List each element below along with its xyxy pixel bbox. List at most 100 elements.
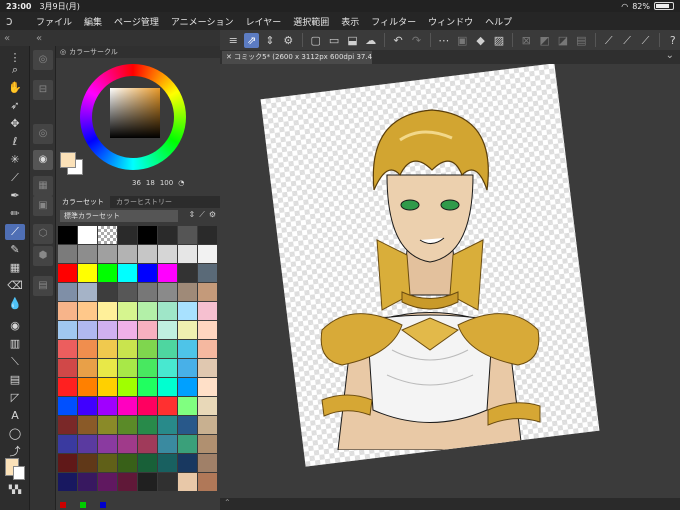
document-tab[interactable]: ✕ コミック5* (2600 x 3112px 600dpi 37.4%) [222,51,372,64]
toggle-arrows-icon[interactable]: ⇕ [263,33,277,48]
color-swatch[interactable] [98,226,117,244]
cloud-icon[interactable]: ☁ [364,33,378,48]
color-swatch[interactable] [118,359,137,377]
clip-studio-logo-icon[interactable]: ↄ [6,14,22,28]
menu-page[interactable]: ページ管理 [114,15,159,28]
color-swatch[interactable] [178,245,197,263]
balloon-tool-icon[interactable]: ◯ [5,426,25,442]
clear-icon[interactable]: ⋯ [437,33,451,48]
color-swatch[interactable] [118,302,137,320]
close-tab-icon[interactable]: ✕ [226,53,232,61]
color-swatch[interactable] [158,378,177,396]
color-swatch[interactable] [58,283,77,301]
color-swatch[interactable] [138,264,157,282]
color-swatch[interactable] [138,321,157,339]
color-swatch[interactable] [118,264,137,282]
color-swatch[interactable] [78,435,97,453]
tab-color-history[interactable]: カラーヒストリー [110,196,178,208]
color-swatch[interactable] [138,283,157,301]
color-swatch[interactable] [58,435,77,453]
fill-icon[interactable]: ◆ [473,33,487,48]
color-swatch[interactable] [178,454,197,472]
color-swatch[interactable] [158,302,177,320]
color-swatch[interactable] [178,340,197,358]
menu-view[interactable]: 表示 [341,15,359,28]
color-swatch[interactable] [78,416,97,434]
color-swatch[interactable] [78,378,97,396]
sub-tool-3-icon[interactable]: ◎ [33,124,53,144]
magic-wand-icon[interactable]: ✳ [5,152,25,168]
menu-layer[interactable]: レイヤー [246,15,282,28]
color-swatch[interactable] [178,283,197,301]
color-swatch[interactable] [78,454,97,472]
new-file-icon[interactable]: ▢ [308,33,322,48]
open-file-icon[interactable]: ▭ [327,33,341,48]
chevron-up-icon[interactable]: ⌃ [224,498,231,507]
transparent-color-icon[interactable]: ▚▚ [5,482,25,498]
color-swatch[interactable] [78,302,97,320]
color-swatch[interactable] [198,264,217,282]
hamburger-menu-icon[interactable]: ≡ [226,33,240,48]
sub-tool-9-icon[interactable]: ▤ [33,276,53,296]
gear-settings-icon[interactable]: ⚙ [281,33,295,48]
color-swatch[interactable] [178,302,197,320]
color-swatch[interactable] [198,340,217,358]
saturation-value-square[interactable] [110,88,160,138]
color-swatch[interactable] [138,397,157,415]
airbrush-tool-icon[interactable]: ✎ [5,242,25,258]
color-swatch[interactable] [118,454,137,472]
menu-selection[interactable]: 選択範囲 [293,15,329,28]
color-swatch[interactable] [98,416,117,434]
color-swatch[interactable] [178,378,197,396]
color-swatch[interactable] [58,454,77,472]
color-swatch[interactable] [118,435,137,453]
expand-selection-icon[interactable]: ◪ [556,33,570,48]
color-swatch[interactable] [158,321,177,339]
color-swatch[interactable] [78,245,97,263]
delete-color-icon[interactable] [100,502,106,508]
pen-tool-icon[interactable]: ✒ [5,188,25,204]
brush-tool-icon[interactable]: ⟋ [5,224,25,240]
canvas-paper[interactable] [260,64,600,467]
color-swatch[interactable] [198,302,217,320]
color-swatch[interactable] [58,397,77,415]
color-swatch[interactable] [78,283,97,301]
color-swatch[interactable] [58,302,77,320]
modifier-key-icon[interactable]: ⇗ [244,32,259,48]
collapse-left-icon[interactable]: « [4,33,10,44]
color-swatch[interactable] [98,283,117,301]
lasso-tool-icon[interactable]: ℓ [5,134,25,150]
color-swatch[interactable] [98,378,117,396]
canvas-area[interactable] [220,64,680,510]
color-swatch[interactable] [58,321,77,339]
color-swatch[interactable] [58,359,77,377]
sub-tool-8-icon[interactable]: ⬢ [33,246,53,266]
color-swatch[interactable] [198,473,217,491]
color-swatch[interactable] [78,340,97,358]
eyedropper-icon[interactable]: ⟋ [5,170,25,186]
color-swatch[interactable] [98,302,117,320]
color-swatch[interactable] [118,283,137,301]
color-swatch[interactable] [58,245,77,263]
color-swatch[interactable] [158,340,177,358]
sub-color-swatch[interactable] [13,466,25,480]
color-swatch[interactable] [58,264,77,282]
color-swatch[interactable] [158,226,177,244]
color-swatch[interactable] [178,435,197,453]
color-swatch[interactable] [158,435,177,453]
figure-tool-icon[interactable]: ⟍ [5,354,25,370]
color-mode-icon[interactable]: ◔ [178,179,184,187]
special-ruler-snap-icon[interactable]: ⟋ [620,33,634,48]
color-swatch[interactable] [158,283,177,301]
color-swatch[interactable] [58,226,77,244]
color-swatch[interactable] [78,321,97,339]
color-swatch[interactable] [118,226,137,244]
menu-file[interactable]: ファイル [36,15,72,28]
color-swatch[interactable] [58,378,77,396]
color-swatch[interactable] [158,397,177,415]
color-swatch[interactable] [98,264,117,282]
save-icon[interactable]: ⬓ [345,33,359,48]
color-swatch[interactable] [158,473,177,491]
color-swatch[interactable] [198,397,217,415]
sub-tool-6-icon[interactable]: ▣ [33,196,53,216]
